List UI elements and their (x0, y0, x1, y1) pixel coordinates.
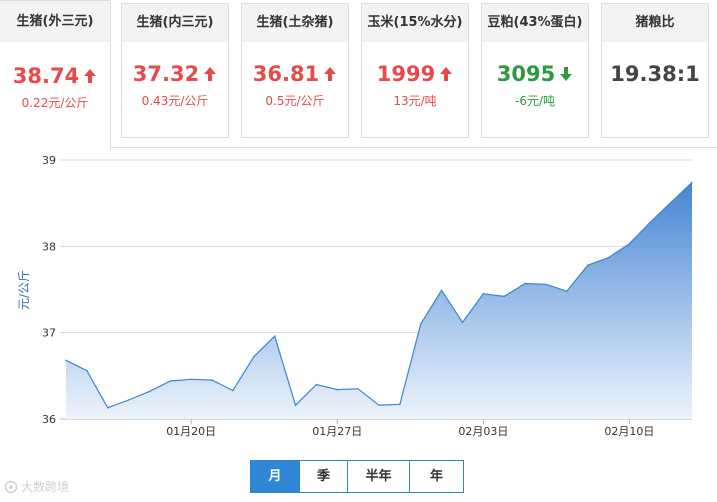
range-tab-0[interactable]: 月 (251, 461, 299, 492)
data-point (273, 335, 276, 337)
data-point (127, 399, 130, 401)
data-point (378, 404, 380, 407)
card-value: 38.74 (12, 64, 80, 88)
data-point (670, 201, 672, 204)
x-tick-label: 02月10日 (604, 425, 654, 438)
x-tick-label: 02月03日 (458, 425, 508, 438)
price-card-0[interactable]: 生猪(外三元) 38.74 0.22元/公斤 (0, 0, 111, 150)
data-point (65, 359, 67, 362)
y-tick-label: 39 (42, 154, 56, 167)
data-point (691, 181, 693, 184)
data-point (357, 388, 359, 390)
data-point (86, 369, 88, 372)
card-title: 生猪(外三元) (0, 1, 110, 42)
data-point (169, 380, 172, 382)
range-tab-3[interactable]: 年 (409, 461, 463, 492)
data-point (232, 389, 234, 392)
range-tab-1[interactable]: 季 (299, 461, 347, 492)
card-change: 0.22元/公斤 (0, 94, 110, 111)
data-point (211, 379, 213, 381)
data-point (315, 383, 318, 386)
data-point (440, 289, 443, 292)
x-tick-label: 01月27日 (312, 425, 362, 438)
data-point (294, 404, 297, 407)
card-value-row: 38.74 (0, 64, 110, 88)
card-change-text: 0.22元/公斤 (21, 96, 89, 110)
series-area (66, 182, 692, 419)
data-point (336, 388, 339, 391)
watermark-text: 大数跨境 (21, 480, 70, 494)
data-point (148, 390, 151, 393)
arrow-up-icon (84, 69, 97, 83)
y-tick-label: 38 (42, 240, 56, 253)
time-range-tabs: 月季半年年 (250, 460, 464, 493)
y-tick-label: 36 (42, 413, 56, 426)
data-point (628, 242, 631, 245)
data-point (503, 295, 506, 298)
data-point (524, 282, 526, 285)
data-point (253, 356, 255, 358)
data-point (545, 283, 547, 286)
watermark-logo-icon (4, 480, 18, 493)
data-point (461, 321, 464, 324)
data-point (607, 256, 610, 259)
data-point (649, 221, 652, 223)
data-point (419, 323, 422, 325)
y-tick-label: 37 (42, 327, 56, 340)
data-point (399, 403, 401, 406)
data-point (566, 290, 568, 293)
y-axis-label: 元/公斤 (17, 270, 31, 310)
data-point (482, 293, 485, 295)
x-tick-label: 01月20日 (166, 425, 216, 438)
data-point (106, 407, 109, 409)
data-point (586, 264, 589, 267)
watermark: 大数跨境 (4, 478, 69, 495)
range-tab-2[interactable]: 半年 (347, 461, 409, 492)
data-point (190, 378, 192, 381)
